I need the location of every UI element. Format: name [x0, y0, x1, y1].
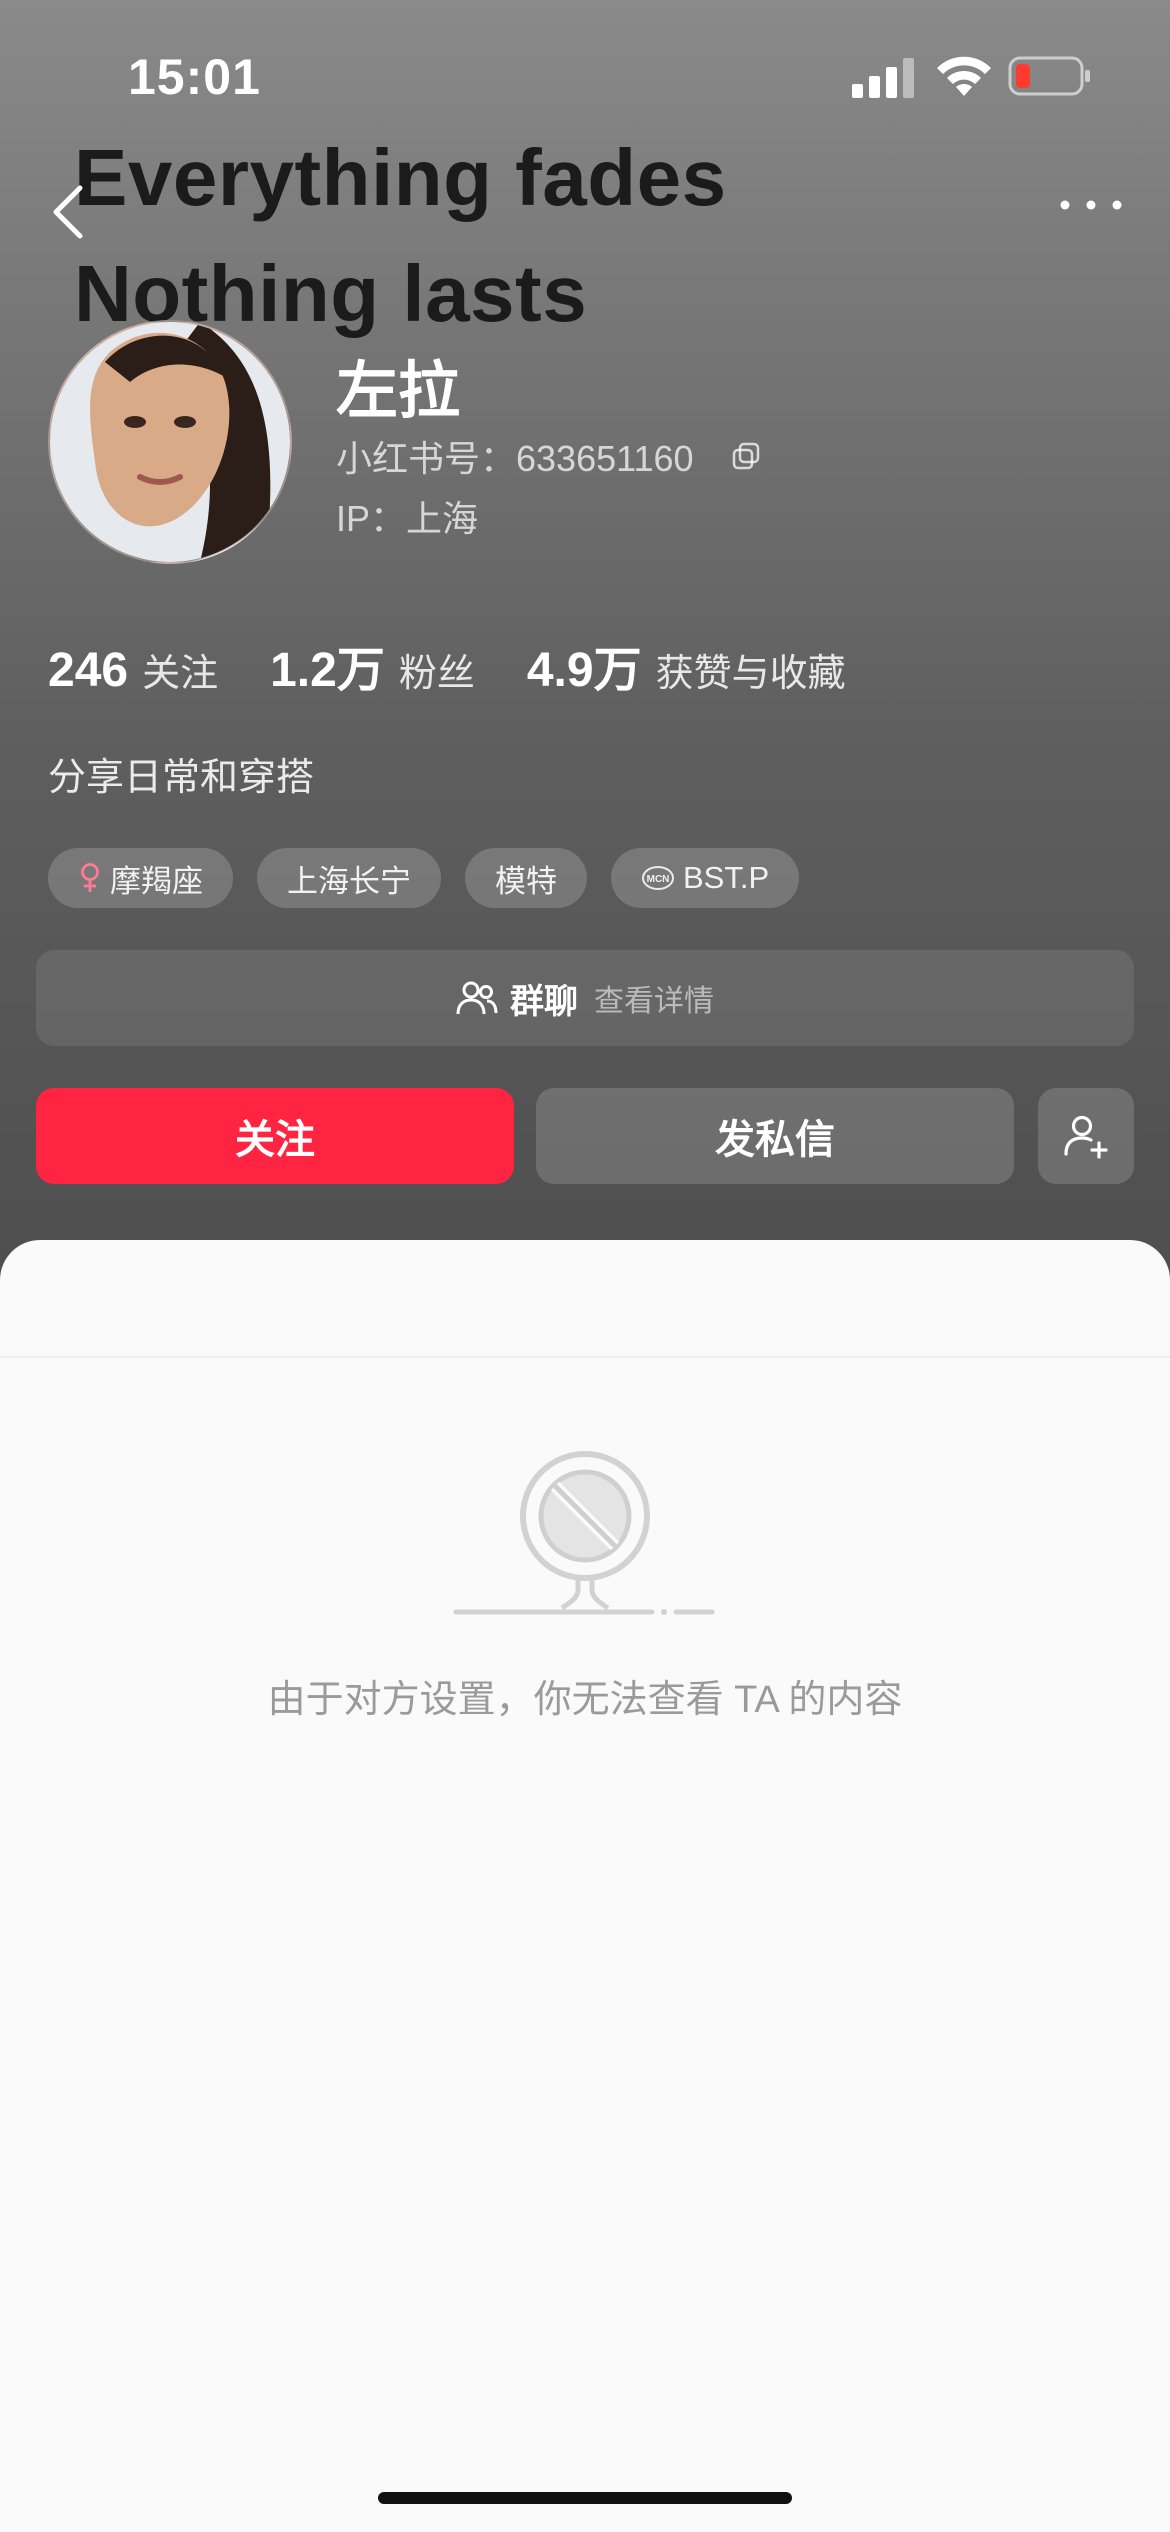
stat-followers[interactable]: 1.2万 粉丝	[270, 630, 475, 700]
ip-location: IP：上海	[336, 498, 479, 539]
tag-label: 上海长宁	[287, 863, 411, 899]
tags-row: 摩羯座 上海长宁 模特 MCN BST.P	[48, 848, 823, 908]
add-user-icon	[1064, 1115, 1108, 1159]
stat-label: 关注	[142, 653, 219, 695]
stats-row: 246 关注 1.2万 粉丝 4.9万 获赞与收藏	[48, 630, 898, 697]
blocked-content-icon	[453, 1451, 715, 1615]
profile-header: 15:01 Everything fades Nothing lasts 左拉 …	[0, 0, 1170, 1320]
tag-occupation[interactable]: 模特	[465, 848, 587, 908]
follow-button[interactable]: 关注	[36, 1088, 514, 1184]
chevron-left-icon[interactable]	[46, 180, 96, 244]
avatar[interactable]	[48, 320, 292, 564]
add-friend-button[interactable]	[1038, 1088, 1134, 1184]
bio: 分享日常和穿搭	[48, 757, 315, 799]
stat-following[interactable]: 246 关注	[48, 642, 218, 698]
svg-text:MCN: MCN	[647, 874, 670, 885]
message-button[interactable]: 发私信	[536, 1088, 1014, 1184]
tag-label: 模特	[495, 863, 557, 899]
stat-likes-collects[interactable]: 4.9万 获赞与收藏	[527, 630, 846, 700]
avatar-image	[50, 322, 290, 562]
wifi-icon	[937, 56, 991, 96]
divider	[0, 1356, 1170, 1358]
stat-value: 1.2万	[270, 644, 385, 697]
group-users-icon	[456, 981, 498, 1015]
group-chat-bar[interactable]: 群聊 查看详情	[36, 950, 1134, 1046]
cellular-signal-icon	[852, 58, 914, 98]
stat-value: 246	[48, 644, 129, 697]
mcn-icon: MCN	[641, 865, 675, 891]
username: 左拉	[336, 357, 461, 426]
cover-text: Everything fades Nothing lasts	[74, 120, 727, 352]
group-chat-title: 群聊	[510, 982, 578, 1021]
status-time: 15:01	[128, 49, 261, 105]
cover-text-line1: Everything fades	[74, 133, 727, 222]
more-horizontal-icon[interactable]	[1056, 190, 1126, 220]
home-indicator[interactable]	[378, 2492, 792, 2504]
empty-state-text: 由于对方设置，你无法查看 TA 的内容	[267, 1679, 903, 1721]
female-icon	[78, 862, 102, 894]
tag-mcn[interactable]: MCN BST.P	[611, 848, 800, 908]
content-sheet: 由于对方设置，你无法查看 TA 的内容	[0, 1240, 1170, 2532]
copy-icon[interactable]	[732, 442, 760, 470]
tag-zodiac[interactable]: 摩羯座	[48, 848, 233, 908]
stat-label: 获赞与收藏	[655, 653, 846, 695]
stat-value: 4.9万	[526, 644, 642, 697]
red-id: 小红书号：633651160	[336, 438, 694, 479]
tag-label: 摩羯座	[110, 863, 203, 899]
stat-label: 粉丝	[398, 653, 475, 695]
tag-label: BST.P	[683, 860, 770, 895]
group-chat-subtitle: 查看详情	[594, 985, 714, 1018]
tag-location[interactable]: 上海长宁	[257, 848, 441, 908]
battery-low-icon	[1008, 56, 1090, 96]
